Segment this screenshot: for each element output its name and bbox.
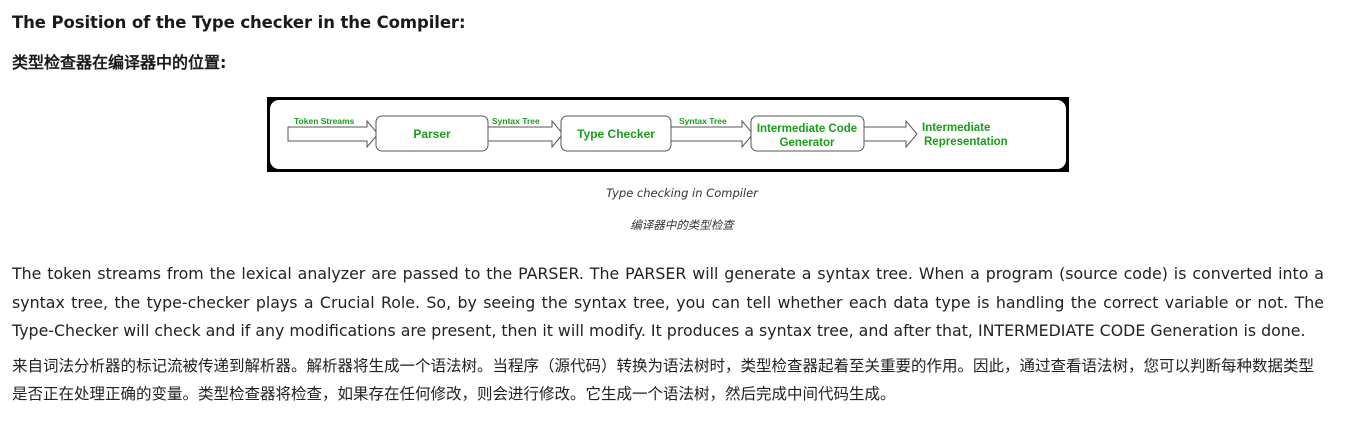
paragraph-chinese: 来自词法分析器的标记流被传递到解析器。解析器将生成一个语法树。当程序（源代码）转… [12, 357, 1315, 403]
icg-label-line2: Generator [780, 137, 835, 149]
parser-label: Parser [413, 127, 451, 141]
ir-label-line2: Representation [924, 136, 1008, 148]
token-streams-label: Token Streams [294, 116, 355, 126]
icg-label-line1: Intermediate Code [757, 123, 857, 135]
diagram-canvas: Token Streams Parser Syntax Tree Type Ch… [270, 100, 1066, 169]
diagram-svg: Token Streams Parser Syntax Tree Type Ch… [287, 115, 1008, 152]
syntax-tree-label-1: Syntax Tree [492, 116, 540, 126]
type-checker-label: Type Checker [577, 127, 655, 141]
section-heading-english: The Position of the Type checker in the … [12, 13, 466, 32]
ir-label-line1: Intermediate [922, 122, 990, 134]
figure-caption-english: Type checking in Compiler [606, 186, 758, 200]
syntax-tree-label-2: Syntax Tree [679, 116, 727, 126]
ir-arrow [863, 119, 918, 149]
paragraph-english: The token streams from the lexical analy… [12, 264, 1324, 340]
section-heading-chinese: 类型检查器在编译器中的位置: [12, 53, 227, 72]
figure-caption-chinese: 编译器中的类型检查 [630, 218, 734, 232]
compiler-diagram: Token Streams Parser Syntax Tree Type Ch… [267, 97, 1069, 172]
